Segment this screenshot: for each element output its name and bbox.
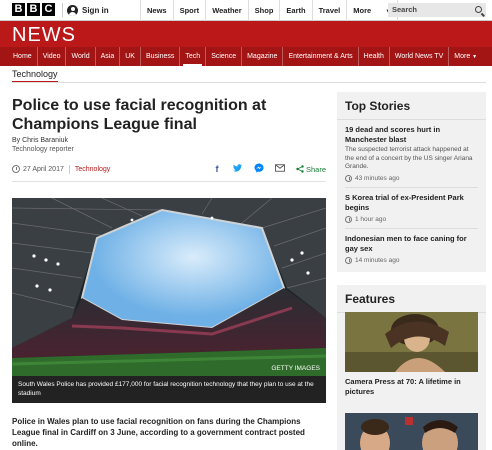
- global-nav-more-label: More: [353, 6, 372, 15]
- feature-photo[interactable]: [345, 413, 478, 450]
- news-nav-health[interactable]: Health: [359, 47, 390, 66]
- top-story-summary: The suspected terrorist attack happened …: [345, 146, 473, 170]
- clock-icon: [12, 165, 20, 173]
- top-story-time-label: 1 hour ago: [355, 215, 387, 223]
- email-icon[interactable]: [275, 164, 285, 174]
- top-story-time-label: 14 minutes ago: [355, 256, 400, 264]
- global-nav-shop[interactable]: Shop: [247, 0, 280, 21]
- search-input[interactable]: Search: [388, 3, 486, 17]
- news-nav-home[interactable]: Home: [8, 47, 38, 66]
- feature-photo[interactable]: [345, 312, 478, 372]
- user-icon: [67, 4, 78, 16]
- byline-author: By Chris Baraniuk: [12, 137, 69, 144]
- clock-icon: [345, 215, 352, 223]
- share-icon: [296, 165, 304, 173]
- signin-link[interactable]: Sign in: [62, 3, 109, 17]
- news-nav-tech[interactable]: Tech: [180, 47, 207, 66]
- share-label: Share: [305, 164, 326, 174]
- image-caption: South Wales Police has provided £177,000…: [12, 376, 326, 403]
- global-nav-earth[interactable]: Earth: [279, 0, 311, 21]
- news-nav-world[interactable]: World: [66, 47, 96, 66]
- article-lead: Police in Wales plan to use facial recog…: [12, 417, 305, 448]
- bbc-logo-letter: C: [42, 3, 55, 16]
- news-header: NEWS: [0, 21, 492, 47]
- news-nav-entertainment[interactable]: Entertainment & Arts: [283, 47, 359, 66]
- bbc-logo[interactable]: B B C: [12, 3, 55, 16]
- chevron-down-icon: ▼: [472, 54, 478, 60]
- news-nav-science[interactable]: Science: [206, 47, 243, 66]
- news-logo[interactable]: NEWS: [12, 24, 76, 47]
- features-panel: Features Camera Press at 70: A lifetime …: [337, 285, 486, 450]
- global-nav-news[interactable]: News: [140, 0, 173, 21]
- top-story-title[interactable]: 19 dead and scores hurt in Manchester bl…: [345, 125, 478, 145]
- top-story-time-label: 43 minutes ago: [355, 174, 400, 182]
- top-story-title[interactable]: S Korea trial of ex-President Park begin…: [345, 193, 478, 213]
- divider: [12, 181, 326, 182]
- divider: [68, 164, 70, 174]
- bbc-global-bar: B B C Sign in News Sport Weather Shop Ea…: [0, 0, 492, 21]
- stadium-photo: [12, 198, 326, 376]
- news-nav-uk[interactable]: UK: [120, 47, 141, 66]
- image-credit: GETTY IMAGES: [271, 365, 320, 372]
- news-nav-more[interactable]: More ▼: [449, 47, 482, 66]
- section-label[interactable]: Technology: [12, 69, 58, 83]
- bbc-logo-letter: B: [12, 3, 25, 16]
- top-stories-title: Top Stories: [337, 92, 486, 120]
- news-nav-more-label: More: [454, 53, 471, 60]
- top-story-item[interactable]: S Korea trial of ex-President Park begin…: [337, 188, 486, 229]
- article-meta: 27 April 2017 Technology f Share: [12, 163, 326, 175]
- global-nav-weather[interactable]: Weather: [205, 0, 247, 21]
- facebook-icon[interactable]: f: [212, 164, 222, 174]
- divider: [12, 82, 486, 83]
- news-nav-asia[interactable]: Asia: [96, 47, 121, 66]
- top-story-title[interactable]: Indonesian men to face caning for gay se…: [345, 234, 478, 254]
- top-story-item[interactable]: 19 dead and scores hurt in Manchester bl…: [337, 120, 486, 188]
- news-nav-magazine[interactable]: Magazine: [242, 47, 284, 66]
- features-title: Features: [337, 285, 486, 313]
- global-nav-sport[interactable]: Sport: [172, 0, 206, 21]
- news-nav-world-news-tv[interactable]: World News TV: [390, 47, 450, 66]
- share-tools: f Share: [212, 163, 326, 175]
- messenger-icon[interactable]: [254, 163, 264, 175]
- top-story-item[interactable]: Indonesian men to face caning for gay se…: [337, 229, 486, 269]
- top-story-time: 1 hour ago: [345, 215, 478, 229]
- clock-icon: [345, 174, 352, 182]
- news-nav: Home Video World Asia UK Business Tech S…: [0, 47, 492, 66]
- share-button[interactable]: Share: [296, 165, 326, 174]
- news-nav-video[interactable]: Video: [38, 47, 67, 66]
- top-stories-panel: Top Stories 19 dead and scores hurt in M…: [337, 92, 486, 272]
- search-icon[interactable]: [475, 6, 482, 13]
- search-placeholder: Search: [392, 5, 418, 14]
- feature-title[interactable]: Camera Press at 70: A lifetime in pictur…: [345, 377, 480, 397]
- twitter-icon[interactable]: [233, 164, 243, 174]
- article-tag-link[interactable]: Technology: [75, 166, 110, 173]
- top-story-time: 14 minutes ago: [345, 256, 478, 269]
- article-date: 27 April 2017: [23, 165, 64, 173]
- bbc-logo-letter: B: [27, 3, 40, 16]
- global-nav-travel[interactable]: Travel: [311, 0, 347, 21]
- byline-role: Technology reporter: [12, 146, 74, 153]
- global-nav: News Sport Weather Shop Earth Travel Mor…: [140, 0, 399, 21]
- news-nav-business[interactable]: Business: [141, 47, 181, 66]
- clock-icon: [345, 256, 352, 264]
- signin-label: Sign in: [82, 5, 109, 15]
- article-headline: Police to use facial recognition at Cham…: [12, 97, 267, 133]
- top-story-time: 43 minutes ago: [345, 174, 478, 188]
